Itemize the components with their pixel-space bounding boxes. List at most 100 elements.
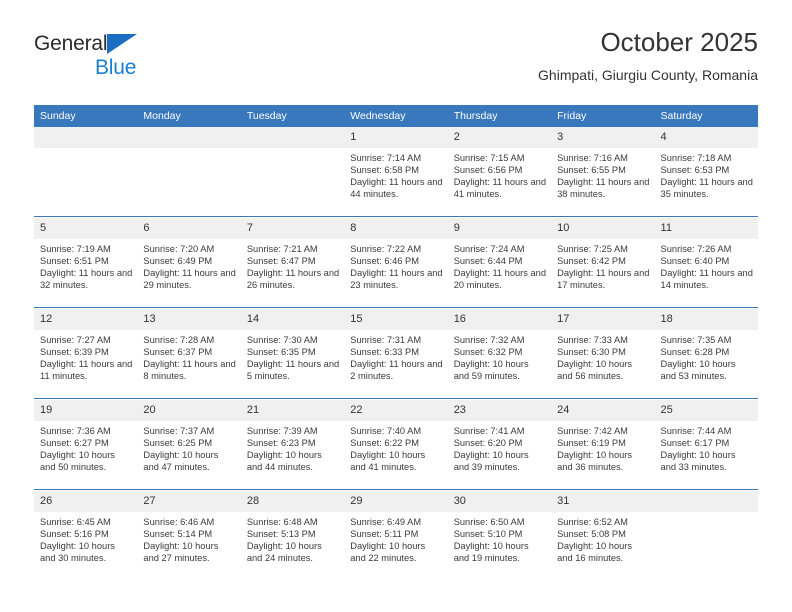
weekday-header-tuesday: Tuesday: [240, 105, 345, 127]
day-number: 22: [344, 400, 448, 421]
daylight-text: Daylight: 10 hours and 30 minutes.: [40, 541, 115, 564]
day-number: 9: [447, 218, 552, 239]
sunset-text: Sunset: 6:39 PM: [40, 347, 109, 358]
calendar-day-cell[interactable]: 7 Sunrise: 7:21 AM Sunset: 6:47 PM Daylight…: [240, 218, 345, 308]
day-number: 13: [137, 309, 241, 330]
calendar-day-cell[interactable]: 28 Sunrise: 6:48 AM Sunset: 5:13 PM Dayligh…: [240, 491, 345, 580]
day-number: 26: [34, 491, 138, 512]
calendar-week-row: 26 Sunrise: 6:45 AM Sunset: 5:16 PM Dayligh…: [34, 491, 758, 580]
sunrise-text: Sunrise: 7:42 AM: [557, 426, 628, 436]
sunrise-text: Sunrise: 7:24 AM: [453, 244, 525, 254]
daylight-text: Daylight: 10 hours and 36 minutes.: [557, 450, 633, 473]
calendar-day-cell[interactable]: 4 Sunrise: 7:18 AM Sunset: 6:53 PM Daylight…: [654, 127, 758, 217]
calendar-day-cell[interactable]: 17 Sunrise: 7:33 AM Sunset: 6:30 PM Dayligh…: [551, 309, 655, 399]
calendar-day-cell-empty: [654, 491, 758, 580]
calendar-day-cell[interactable]: 26 Sunrise: 6:45 AM Sunset: 5:16 PM Dayligh…: [34, 491, 138, 580]
sunrise-text: Sunrise: 7:36 AM: [40, 426, 111, 436]
calendar-day-cell[interactable]: 21 Sunrise: 7:39 AM Sunset: 6:23 PM Dayligh…: [240, 400, 345, 490]
sunset-text: Sunset: 6:49 PM: [143, 256, 213, 267]
calendar-day-cell[interactable]: 25 Sunrise: 7:44 AM Sunset: 6:17 PM Dayligh…: [654, 400, 758, 490]
day-number: 7: [240, 218, 345, 239]
weekday-header-wednesday: Wednesday: [344, 105, 448, 127]
sunset-text: Sunset: 6:17 PM: [660, 438, 730, 449]
sunset-text: Sunset: 6:23 PM: [246, 438, 316, 449]
day-number: 31: [551, 491, 655, 512]
day-details: Sunrise: 6:48 AM Sunset: 5:13 PM Daylight:…: [241, 512, 344, 564]
calendar-day-cell[interactable]: 27 Sunrise: 6:46 AM Sunset: 5:14 PM Dayligh…: [137, 491, 241, 580]
calendar-day-cell[interactable]: 10 Sunrise: 7:25 AM Sunset: 6:42 PM Dayligh…: [551, 218, 655, 308]
day-details: Sunrise: 7:32 AM Sunset: 6:32 PM Daylight:…: [448, 330, 551, 382]
day-number: 24: [551, 400, 655, 421]
sunset-text: Sunset: 5:11 PM: [350, 529, 419, 540]
weekday-header-sunday: Sunday: [34, 105, 138, 127]
daylight-text: Daylight: 10 hours and 41 minutes.: [350, 450, 426, 473]
sunrise-text: Sunrise: 6:45 AM: [40, 517, 111, 527]
day-details: Sunrise: 7:25 AM Sunset: 6:42 PM Daylight:…: [551, 239, 654, 291]
daylight-text: Daylight: 11 hours and 23 minutes.: [350, 268, 443, 291]
calendar-day-cell[interactable]: 20 Sunrise: 7:37 AM Sunset: 6:25 PM Dayligh…: [137, 400, 241, 490]
sunset-text: Sunset: 6:42 PM: [557, 256, 626, 267]
daylight-text: Daylight: 10 hours and 47 minutes.: [143, 450, 219, 473]
sunrise-text: Sunrise: 7:32 AM: [453, 335, 525, 345]
day-details: Sunrise: 7:27 AM Sunset: 6:39 PM Daylight:…: [34, 330, 137, 382]
calendar-day-cell[interactable]: 19 Sunrise: 7:36 AM Sunset: 6:27 PM Dayligh…: [34, 400, 138, 490]
daylight-text: Daylight: 10 hours and 44 minutes.: [246, 450, 322, 473]
calendar-week-row: 1 Sunrise: 7:14 AM Sunset: 6:58 PM Daylight…: [34, 127, 758, 217]
day-details: Sunrise: 7:44 AM Sunset: 6:17 PM Daylight:…: [655, 421, 758, 473]
sunset-text: Sunset: 6:35 PM: [246, 347, 316, 358]
day-number: 21: [240, 400, 345, 421]
day-details: Sunrise: 7:24 AM Sunset: 6:44 PM Daylight:…: [448, 239, 551, 291]
daylight-text: Daylight: 10 hours and 22 minutes.: [350, 541, 426, 564]
day-number: 19: [34, 400, 138, 421]
calendar-day-cell[interactable]: 18 Sunrise: 7:35 AM Sunset: 6:28 PM Dayligh…: [654, 309, 758, 399]
calendar-day-cell[interactable]: 12 Sunrise: 7:27 AM Sunset: 6:39 PM Dayligh…: [34, 309, 138, 399]
calendar-day-cell[interactable]: 2 Sunrise: 7:15 AM Sunset: 6:56 PM Daylight…: [447, 127, 552, 217]
weekday-header-friday: Friday: [551, 105, 655, 127]
calendar-day-cell[interactable]: 31 Sunrise: 6:52 AM Sunset: 5:08 PM Dayligh…: [551, 491, 655, 580]
sunset-text: Sunset: 6:44 PM: [453, 256, 523, 267]
calendar-day-cell[interactable]: 23 Sunrise: 7:41 AM Sunset: 6:20 PM Dayligh…: [447, 400, 552, 490]
day-number: [34, 127, 138, 148]
sunset-text: Sunset: 6:58 PM: [350, 165, 419, 176]
daylight-text: Daylight: 11 hours and 35 minutes.: [660, 177, 753, 200]
sunrise-text: Sunrise: 7:26 AM: [660, 244, 732, 254]
calendar-day-cell[interactable]: 5 Sunrise: 7:19 AM Sunset: 6:51 PM Daylight…: [34, 218, 138, 308]
day-details: Sunrise: 6:50 AM Sunset: 5:10 PM Daylight:…: [448, 512, 551, 564]
calendar-day-cell[interactable]: 15 Sunrise: 7:31 AM Sunset: 6:33 PM Dayligh…: [344, 309, 448, 399]
day-details: Sunrise: 7:16 AM Sunset: 6:55 PM Daylight:…: [551, 148, 654, 200]
sunrise-text: Sunrise: 7:18 AM: [660, 153, 732, 163]
sunset-text: Sunset: 5:10 PM: [453, 529, 523, 540]
calendar-day-cell[interactable]: 22 Sunrise: 7:40 AM Sunset: 6:22 PM Dayligh…: [344, 400, 448, 490]
sunrise-text: Sunrise: 7:35 AM: [660, 335, 732, 345]
daylight-text: Daylight: 11 hours and 5 minutes.: [246, 359, 340, 382]
calendar-day-cell[interactable]: 24 Sunrise: 7:42 AM Sunset: 6:19 PM Dayligh…: [551, 400, 655, 490]
calendar-day-cell[interactable]: 14 Sunrise: 7:30 AM Sunset: 6:35 PM Dayligh…: [240, 309, 345, 399]
daylight-text: Daylight: 10 hours and 53 minutes.: [660, 359, 736, 382]
calendar-day-cell[interactable]: 29 Sunrise: 6:49 AM Sunset: 5:11 PM Dayligh…: [344, 491, 448, 580]
daylight-text: Daylight: 10 hours and 27 minutes.: [143, 541, 219, 564]
daylight-text: Daylight: 11 hours and 38 minutes.: [557, 177, 650, 200]
calendar-day-cell[interactable]: 1 Sunrise: 7:14 AM Sunset: 6:58 PM Daylight…: [344, 127, 448, 217]
sunrise-text: Sunrise: 7:22 AM: [350, 244, 422, 254]
calendar-day-cell[interactable]: 8 Sunrise: 7:22 AM Sunset: 6:46 PM Daylight…: [344, 218, 448, 308]
calendar-day-cell[interactable]: 6 Sunrise: 7:20 AM Sunset: 6:49 PM Daylight…: [137, 218, 241, 308]
sunrise-text: Sunrise: 7:21 AM: [246, 244, 318, 254]
sunrise-text: Sunrise: 7:41 AM: [453, 426, 525, 436]
day-details: Sunrise: 7:22 AM Sunset: 6:46 PM Daylight:…: [344, 239, 447, 291]
sunset-text: Sunset: 5:16 PM: [40, 529, 109, 540]
day-details: Sunrise: 6:46 AM Sunset: 5:14 PM Daylight:…: [137, 512, 240, 564]
calendar-day-cell[interactable]: 9 Sunrise: 7:24 AM Sunset: 6:44 PM Daylight…: [447, 218, 552, 308]
day-details: Sunrise: 7:37 AM Sunset: 6:25 PM Daylight:…: [137, 421, 240, 473]
day-details: Sunrise: 7:28 AM Sunset: 6:37 PM Daylight:…: [137, 330, 240, 382]
sunset-text: Sunset: 6:55 PM: [557, 165, 626, 176]
day-details: Sunrise: 7:42 AM Sunset: 6:19 PM Daylight:…: [551, 421, 654, 473]
calendar-day-cell[interactable]: 11 Sunrise: 7:26 AM Sunset: 6:40 PM Dayligh…: [654, 218, 758, 308]
calendar-day-cell[interactable]: 30 Sunrise: 6:50 AM Sunset: 5:10 PM Dayligh…: [447, 491, 552, 580]
day-number: 15: [344, 309, 448, 330]
day-number: 5: [34, 218, 138, 239]
calendar-day-cell[interactable]: 16 Sunrise: 7:32 AM Sunset: 6:32 PM Dayligh…: [447, 309, 552, 399]
sunrise-text: Sunrise: 7:40 AM: [350, 426, 422, 436]
calendar-day-cell[interactable]: 13 Sunrise: 7:28 AM Sunset: 6:37 PM Dayligh…: [137, 309, 241, 399]
sunrise-text: Sunrise: 7:28 AM: [143, 335, 215, 345]
calendar-day-cell[interactable]: 3 Sunrise: 7:16 AM Sunset: 6:55 PM Daylight…: [551, 127, 655, 217]
